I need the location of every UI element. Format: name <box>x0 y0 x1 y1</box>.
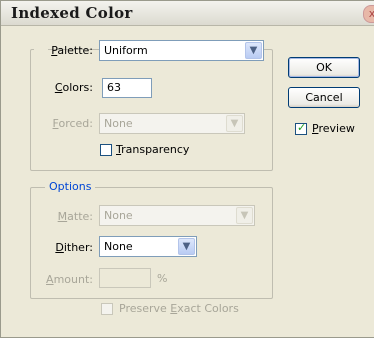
palette-value: Uniform <box>104 44 148 57</box>
matte-label: Matte: <box>57 210 93 223</box>
transparency-checkbox[interactable] <box>100 144 112 156</box>
dialog-title: Indexed Color <box>11 4 133 22</box>
amount-input[interactable] <box>99 268 151 288</box>
preserve-exact-colors-checkbox[interactable] <box>101 303 113 315</box>
preview-label[interactable]: Preview <box>312 122 355 135</box>
chevron-down-icon[interactable]: ▼ <box>226 115 243 132</box>
preserve-exact-colors-label[interactable]: Preserve Exact Colors <box>119 302 239 315</box>
forced-label: Forced: <box>52 117 93 130</box>
palette-label: Palette: <box>51 44 93 57</box>
matte-select[interactable]: None ▼ <box>99 205 255 226</box>
chevron-down-icon[interactable]: ▼ <box>236 207 253 224</box>
matte-value: None <box>104 209 133 222</box>
ok-button[interactable]: OK <box>288 57 360 78</box>
chevron-down-icon[interactable]: ▼ <box>178 238 195 255</box>
colors-input[interactable]: 63 <box>102 78 152 98</box>
cancel-button[interactable]: Cancel <box>288 87 360 108</box>
dither-select[interactable]: None ▼ <box>99 236 197 257</box>
dither-value: None <box>104 240 133 253</box>
preview-checkbox[interactable] <box>295 121 307 135</box>
palette-select[interactable]: Uniform ▼ <box>99 40 264 61</box>
title-bar[interactable]: Indexed Color x <box>1 1 374 26</box>
forced-value: None <box>104 117 133 130</box>
forced-select[interactable]: None ▼ <box>99 113 245 134</box>
amount-label: Amount: <box>46 273 93 286</box>
options-legend: Options <box>45 180 96 193</box>
transparency-label[interactable]: Transparency <box>116 143 189 156</box>
chevron-down-icon[interactable]: ▼ <box>245 42 262 59</box>
amount-unit: % <box>157 272 168 285</box>
close-icon[interactable]: x <box>363 5 374 23</box>
dither-label: Dither: <box>55 241 93 254</box>
indexed-color-dialog: Indexed Color x Palette: Uniform ▼ Color… <box>0 0 374 338</box>
colors-label: Colors: <box>54 81 93 94</box>
